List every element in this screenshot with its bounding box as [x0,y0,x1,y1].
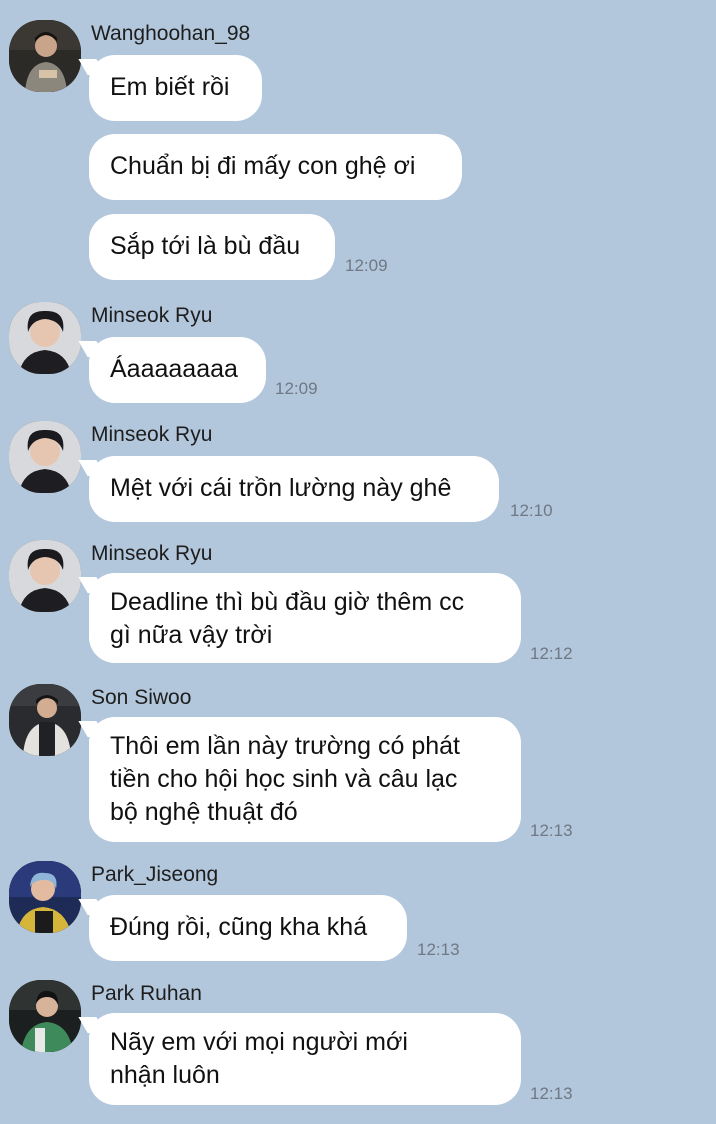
message-text: Chuẩn bị đi mấy con ghệ ơi [110,152,416,180]
avatar[interactable] [9,980,81,1052]
message-text: Đúng rồi, cũng kha khá [110,913,368,941]
avatar[interactable] [9,861,81,933]
avatar[interactable] [9,421,81,493]
user-photo-icon [9,421,81,493]
message-bubble[interactable]: Nãy em với mọi người mới nhận luôn [89,1013,521,1105]
message-text: Nãy em với mọi người mới [110,1028,408,1056]
user-photo-icon [9,20,81,92]
user-photo-icon [9,302,81,374]
sender-name: Park Ruhan [91,982,202,1005]
message-text: nhận luôn [110,1061,220,1089]
message-timestamp: 12:13 [530,1084,573,1103]
avatar[interactable] [9,20,81,92]
avatar[interactable] [9,684,81,756]
message-timestamp: 12:12 [530,644,573,663]
message-timestamp: 12:09 [275,379,318,398]
message-text: Thôi em lần này trường có phát [110,732,460,760]
message-bubble[interactable]: Áaaaaaaaa [89,337,266,403]
message-text: Sắp tới là bù đầu [110,232,301,260]
sender-name: Minseok Ryu [91,542,213,565]
message-bubble[interactable]: Em biết rồi [89,55,262,121]
message-text: gì nữa vậy trời [110,621,273,649]
sender-name: Wanghoohan_98 [91,22,251,45]
message-text: bộ nghệ thuật đó [110,798,298,826]
message-text: Áaaaaaaaa [110,355,238,383]
user-photo-icon [9,861,81,933]
avatar[interactable] [9,540,81,612]
message-bubble[interactable]: Đúng rồi, cũng kha khá [89,895,407,961]
user-photo-icon [9,540,81,612]
message-bubble[interactable]: Mệt với cái trồn lường này ghê [89,456,499,522]
chat-message-list[interactable]: Wanghoohan_98 Em biết rồi Chuẩn bị đi mấ… [0,0,716,1124]
user-photo-icon [9,684,81,756]
user-photo-icon [9,980,81,1052]
message-timestamp: 12:13 [417,940,460,959]
message-bubble[interactable]: Deadline thì bù đầu giờ thêm cc gì nữa v… [89,573,521,663]
message-bubble[interactable]: Thôi em lần này trường có phát tiền cho … [89,717,521,842]
message-bubble[interactable]: Sắp tới là bù đầu [89,214,335,280]
message-bubble[interactable]: Chuẩn bị đi mấy con ghệ ơi [89,134,462,200]
avatar[interactable] [9,302,81,374]
message-text: Mệt với cái trồn lường này ghê [110,474,452,502]
message-timestamp: 12:13 [530,821,573,840]
message-timestamp: 12:09 [345,256,388,275]
sender-name: Minseok Ryu [91,304,213,327]
message-timestamp: 12:10 [510,501,553,520]
sender-name: Minseok Ryu [91,423,213,446]
sender-name: Park_Jiseong [91,863,219,886]
message-text: Deadline thì bù đầu giờ thêm cc [110,588,465,616]
message-text: Em biết rồi [110,73,230,101]
sender-name: Son Siwoo [91,686,192,709]
message-text: tiền cho hội học sinh và câu lạc [110,765,458,793]
